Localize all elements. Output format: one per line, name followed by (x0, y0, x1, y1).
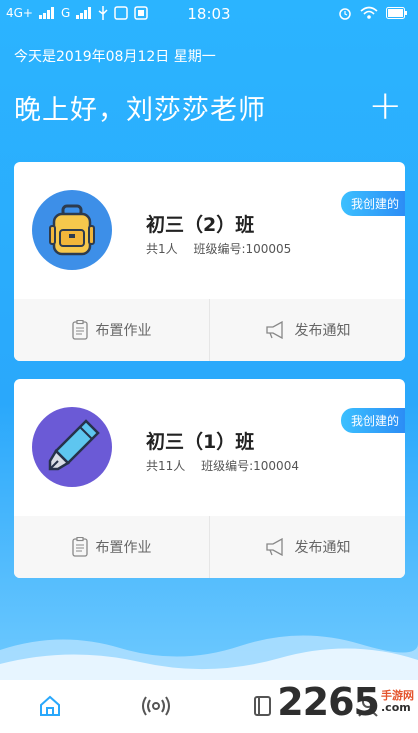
megaphone-icon (265, 538, 283, 556)
class-name: 初三（1）班 (146, 431, 255, 453)
watermark-domain: .com (381, 701, 411, 714)
card-actions: 布置作业 发布通知 (14, 299, 405, 361)
class-info: 共11人 班级编号:100004 (146, 457, 311, 474)
battery-icon (386, 7, 407, 19)
created-badge: 我创建的 (340, 191, 405, 216)
tab-home[interactable] (20, 694, 80, 721)
card-actions: 布置作业 发布通知 (14, 516, 405, 578)
watermark-number: 2265 (277, 680, 380, 724)
assign-homework-label: 布置作业 (95, 323, 152, 339)
publish-notice-button[interactable]: 发布通知 (209, 299, 405, 361)
megaphone-icon (265, 321, 283, 339)
home-icon (40, 695, 60, 716)
watermark-logo: 2265 手游网 .com (277, 680, 414, 724)
clipboard-icon (71, 537, 88, 557)
alarm-icon (339, 8, 351, 20)
pen-icon (32, 407, 112, 487)
book-icon (254, 696, 271, 716)
member-count: 共11人 (146, 459, 186, 473)
status-bar: 4G+ G 18:03 (0, 0, 418, 28)
assign-homework-button[interactable]: 布置作业 (14, 516, 209, 578)
broadcast-icon (142, 696, 170, 716)
class-code: 班级编号:100005 (193, 242, 292, 256)
class-card[interactable]: 初三（1）班 共11人 班级编号:100004 我创建的 布置作业 发布通知 (14, 379, 405, 578)
backpack-icon (32, 190, 112, 270)
publish-notice-button[interactable]: 发布通知 (209, 516, 405, 578)
plus-icon[interactable]: + (368, 86, 402, 126)
publish-notice-label: 发布通知 (294, 540, 351, 556)
assign-homework-label: 布置作业 (95, 540, 152, 556)
tab-broadcast[interactable] (126, 694, 186, 721)
class-name: 初三（2）班 (146, 214, 255, 236)
member-count: 共1人 (146, 242, 178, 256)
created-badge: 我创建的 (340, 408, 405, 433)
assign-homework-button[interactable]: 布置作业 (14, 299, 209, 361)
status-right (338, 6, 408, 20)
greeting-text: 晚上好，刘莎莎老师 (14, 95, 266, 126)
wifi-icon (360, 6, 378, 19)
class-info: 共1人 班级编号:100005 (146, 240, 303, 257)
clipboard-icon (71, 320, 88, 340)
class-code: 班级编号:100004 (201, 459, 299, 473)
class-card[interactable]: 初三（2）班 共1人 班级编号:100005 我创建的 布置作业 发布通知 (14, 162, 405, 361)
watermark-text: 手游网 .com (381, 690, 414, 714)
publish-notice-label: 发布通知 (294, 323, 351, 339)
date-text: 今天是2019年08月12日 星期一 (14, 49, 216, 65)
